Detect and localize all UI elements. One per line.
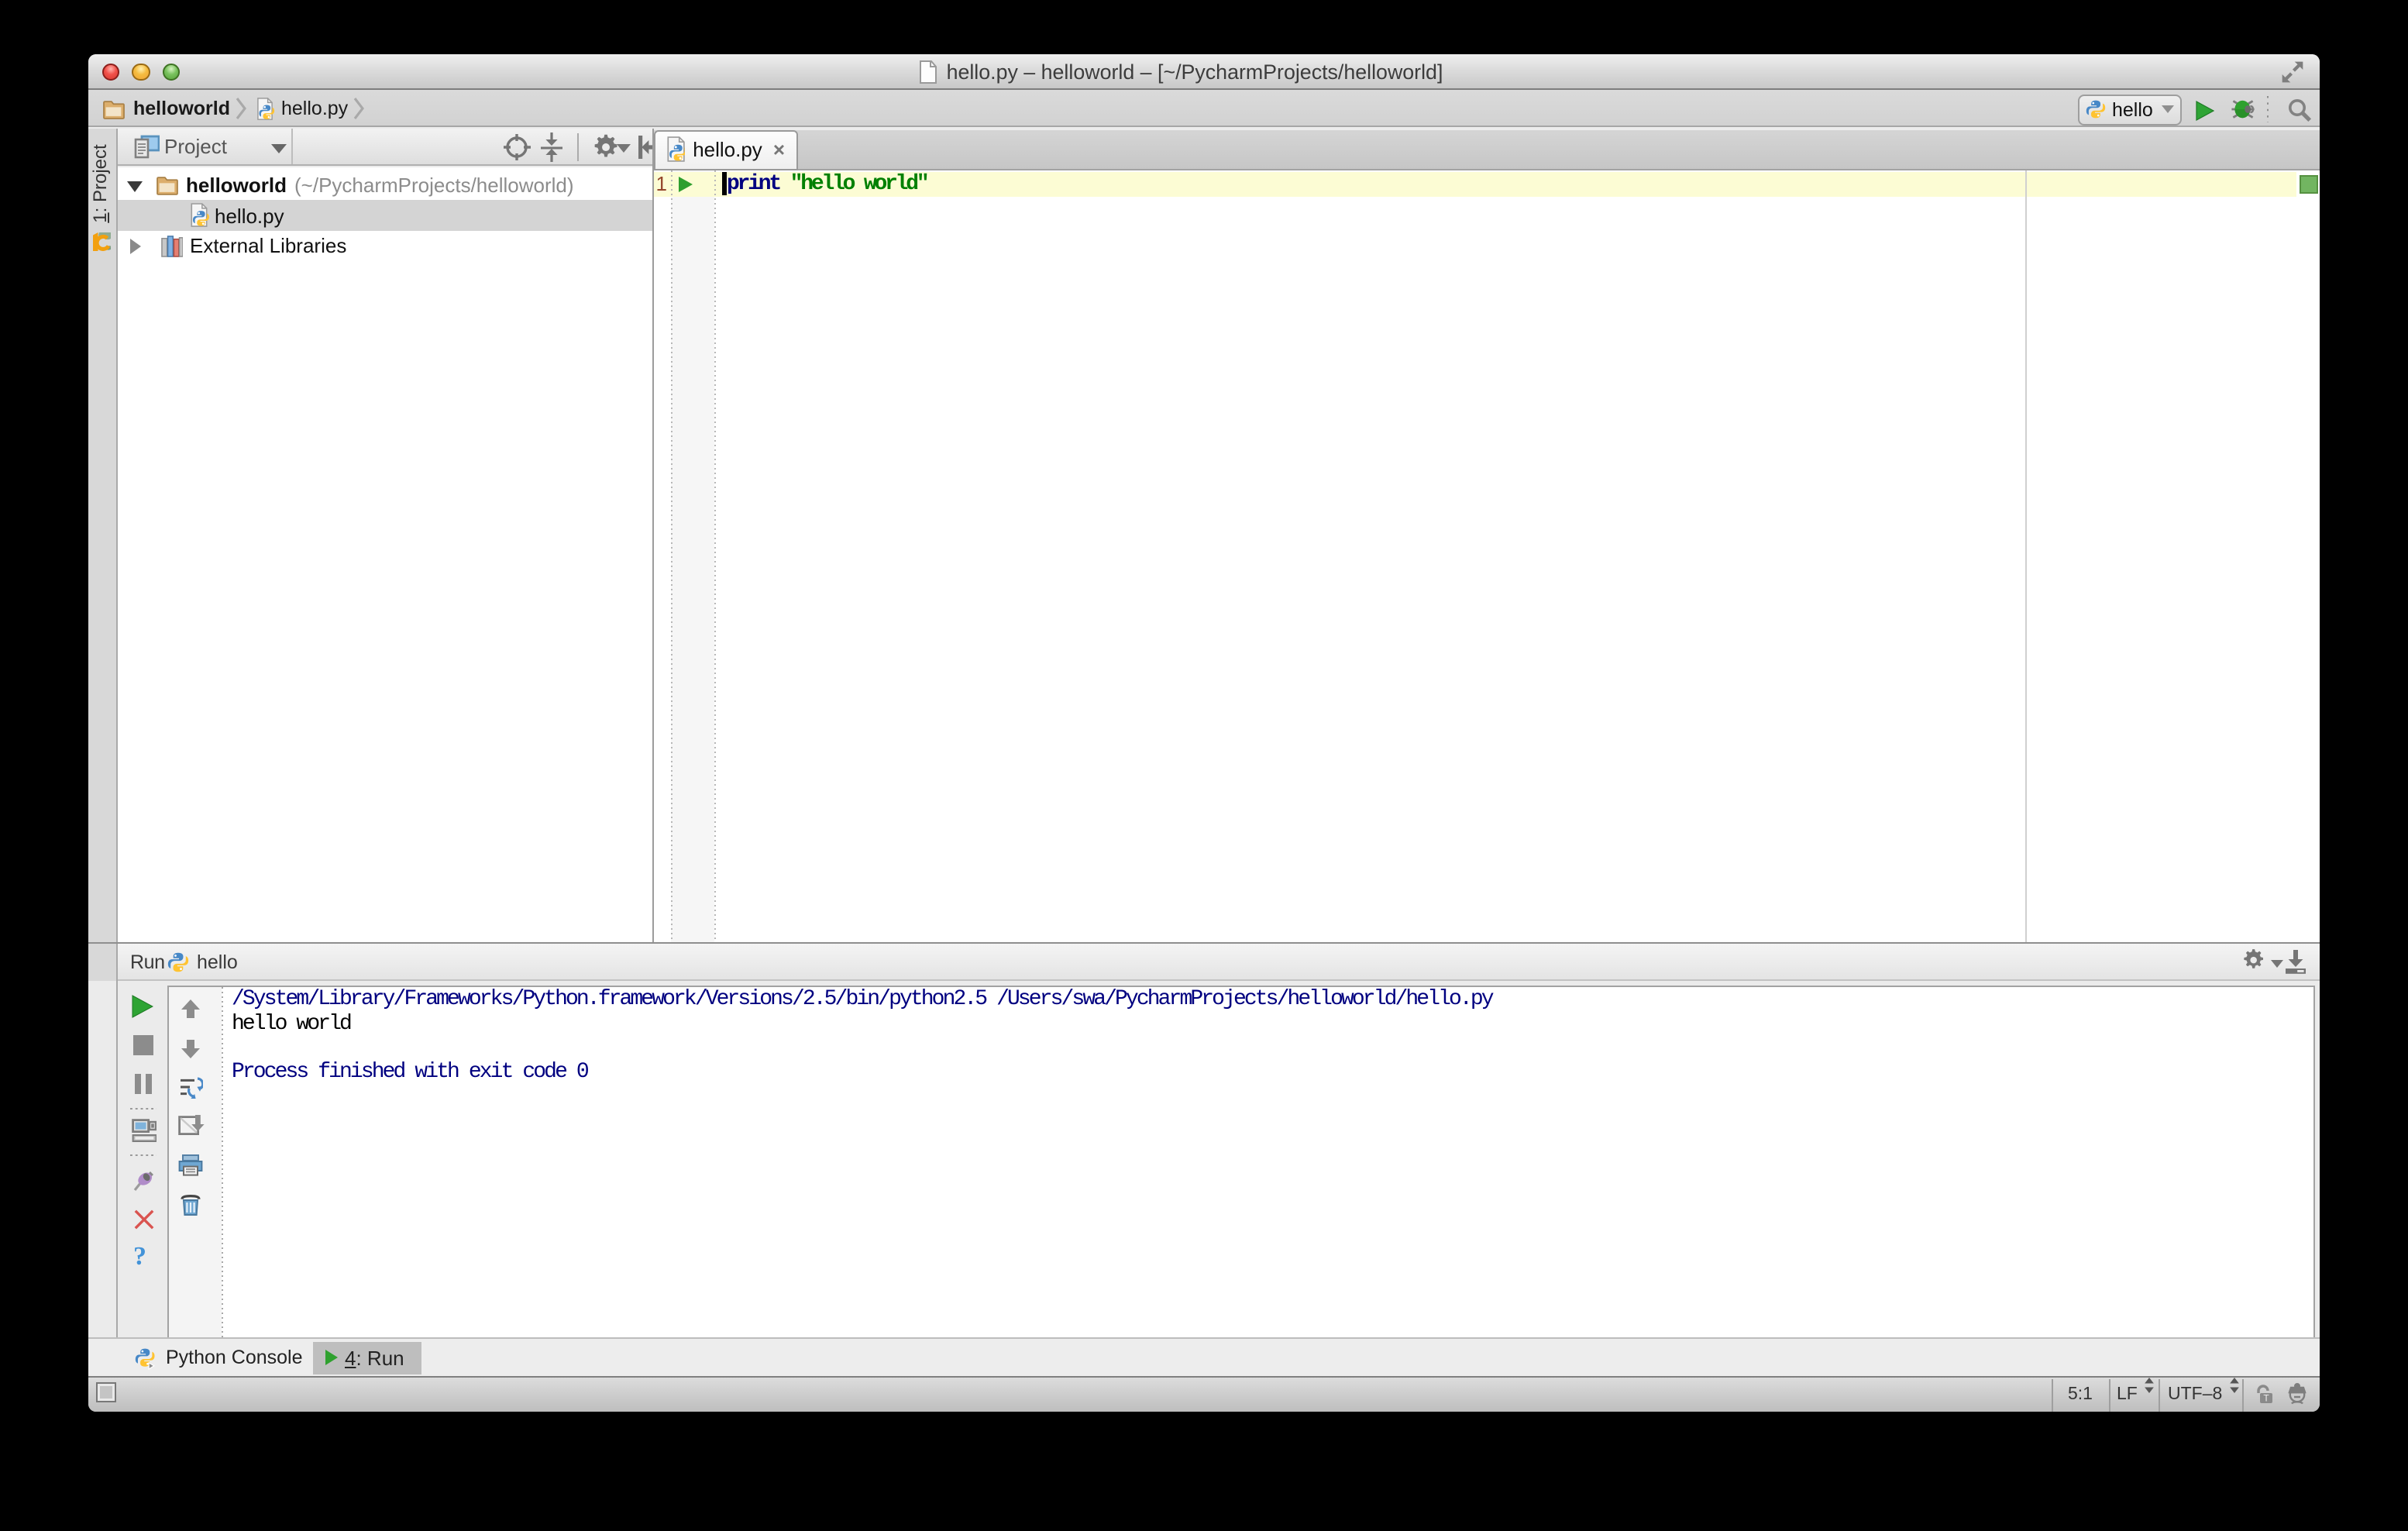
- svg-text:T: T: [2263, 1392, 2269, 1403]
